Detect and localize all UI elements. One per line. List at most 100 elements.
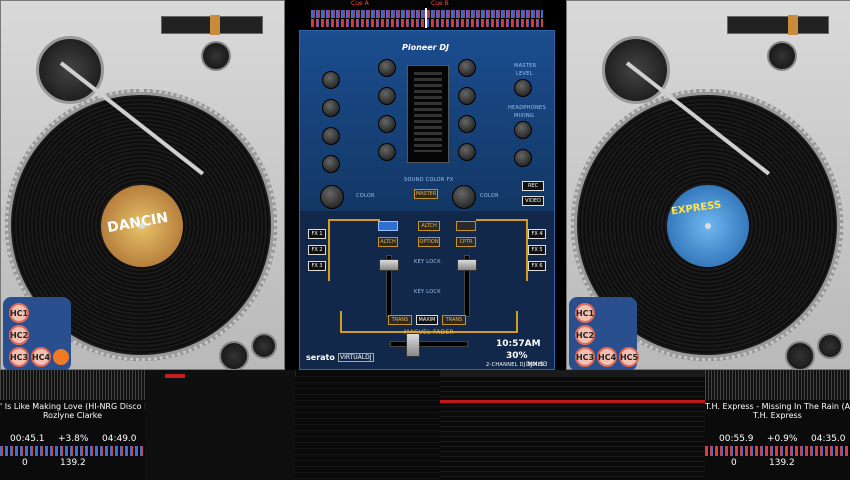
- right-sync-button[interactable]: [817, 333, 843, 359]
- fx5-button[interactable]: FX 5: [528, 245, 546, 255]
- left-turntable[interactable]: DANCIN HC1 HC2 HC3 HC4: [0, 0, 285, 371]
- trans-button-left[interactable]: TRANS: [388, 315, 412, 325]
- left-hotcue-1[interactable]: HC1: [9, 303, 29, 323]
- mixer-bottom-section: FX 1 FX 2 FX 3 FX 4 FX 5 FX 6 ALTCH ALTC…: [300, 211, 554, 369]
- fx6-button[interactable]: FX 6: [528, 261, 546, 271]
- circuit-decoration-left: [328, 219, 380, 281]
- ch2-low-knob[interactable]: [458, 143, 476, 161]
- right-track-artist: T.H. Express: [753, 411, 802, 420]
- left-elapsed-time: 00:45.1: [10, 434, 45, 444]
- ch1-cue-button[interactable]: [378, 221, 398, 231]
- ch1-eq-knob[interactable]: [322, 127, 340, 145]
- fx4-button[interactable]: FX 4: [528, 229, 546, 239]
- left-hotcue-4[interactable]: HC4: [31, 347, 51, 367]
- right-bpm: 139.2: [769, 458, 795, 468]
- mid-option-button[interactable]: OPTION: [418, 237, 440, 247]
- left-pitch-value: +3.8%: [58, 434, 89, 444]
- right-hotcue-4[interactable]: HC4: [597, 347, 617, 367]
- left-speed-button[interactable]: [201, 41, 231, 71]
- mixer-brand: Pioneer DJ: [402, 43, 449, 52]
- ch2-color-knob[interactable]: [452, 185, 476, 209]
- ch1-mid-knob[interactable]: [378, 115, 396, 133]
- right-pitch-value: +0.9%: [767, 434, 798, 444]
- right-hotcue-5[interactable]: HC5: [619, 347, 639, 367]
- track-list[interactable]: [440, 376, 705, 480]
- track-browser[interactable]: [145, 370, 705, 480]
- key-lock-label-2: KEY LOCK: [414, 289, 441, 295]
- fx2-button[interactable]: FX 2: [308, 245, 326, 255]
- right-track-title: T.H. Express - Missing In The Rain (Atta: [705, 402, 850, 411]
- right-mini-waveform[interactable]: [705, 370, 850, 400]
- serato-logo: serato: [306, 353, 335, 362]
- mid-altch-button[interactable]: ALTCH: [418, 221, 440, 231]
- fx3-button[interactable]: FX 3: [308, 261, 326, 271]
- maxim-button[interactable]: MAXIM: [416, 315, 438, 325]
- mixer-panel: Pioneer DJ MASTER LEVEL HEADPHONES MIXIN…: [299, 30, 555, 370]
- ch1-fader-cap[interactable]: [379, 259, 399, 271]
- ch1-low-knob[interactable]: [378, 143, 396, 161]
- fx1-button[interactable]: FX 1: [308, 229, 326, 239]
- folder-tree[interactable]: [145, 370, 296, 480]
- left-label-text: DANCIN: [106, 209, 170, 237]
- sub-folder-list[interactable]: [295, 376, 440, 480]
- left-mini-waveform[interactable]: [0, 370, 145, 400]
- right-label-text: EXPRESS: [670, 199, 722, 218]
- right-elapsed-time: 00:55.9: [719, 434, 754, 444]
- clock-display: 10:57AM: [496, 339, 541, 349]
- video-button[interactable]: VIDEO: [522, 196, 544, 206]
- right-deck-info: T.H. Express - Missing In The Rain (Atta…: [705, 370, 850, 480]
- left-track-waveform[interactable]: [0, 446, 145, 456]
- left-track-title: ' Is Like Making Love (HI-NRG Disco Mix: [0, 402, 145, 411]
- right-track-waveform[interactable]: [705, 446, 850, 456]
- right-turntable[interactable]: EXPRESS HC1 HC2 HC3 HC4 HC5: [566, 0, 850, 371]
- right-start-stop-button[interactable]: [785, 341, 815, 371]
- rec-button[interactable]: REC: [522, 181, 544, 191]
- ch1-altch-button[interactable]: ALTCH: [378, 237, 398, 247]
- left-pitch-slider-knob[interactable]: [210, 15, 220, 35]
- headphone-mixing-knob[interactable]: [514, 121, 532, 139]
- sound-color-fx-label: SOUND COLOR FX: [404, 177, 454, 183]
- master-level-label: LEVEL: [516, 71, 533, 77]
- left-hotcue-2[interactable]: HC2: [9, 325, 29, 345]
- mixer-top-section: Pioneer DJ MASTER LEVEL HEADPHONES MIXIN…: [300, 31, 554, 211]
- waveform-overview[interactable]: Cue A Cue B: [311, 0, 543, 28]
- headphones-label: HEADPHONES: [508, 105, 546, 111]
- crossfader-track[interactable]: [390, 341, 468, 347]
- master-level-knob[interactable]: [514, 79, 532, 97]
- ch2-cptr-button[interactable]: CPTR: [456, 237, 476, 247]
- ch1-hi-knob[interactable]: [378, 87, 396, 105]
- ch1-aux-knob[interactable]: [322, 71, 340, 89]
- left-deck-info: ' Is Like Making Love (HI-NRG Disco Mix …: [0, 370, 145, 480]
- right-speed-button[interactable]: [767, 41, 797, 71]
- right-pitch-slider[interactable]: [727, 15, 829, 35]
- master-label: MASTER: [514, 63, 537, 69]
- left-pitch-slider[interactable]: [161, 15, 263, 35]
- ch1-level-knob[interactable]: [322, 99, 340, 117]
- crossfader-cap[interactable]: [406, 333, 420, 357]
- right-hotcue-2[interactable]: HC2: [575, 325, 595, 345]
- folder-selected-marker: [165, 374, 185, 378]
- left-hotcue-3[interactable]: HC3: [9, 347, 29, 367]
- cue-b-label: Cue B: [431, 0, 449, 7]
- left-sync-button[interactable]: [251, 333, 277, 359]
- track-list-selected-row[interactable]: [440, 400, 705, 403]
- waveform-bottom: [311, 19, 543, 27]
- right-hotcue-1[interactable]: HC1: [575, 303, 595, 323]
- ch2-fader-cap[interactable]: [457, 259, 477, 271]
- trans-button-right[interactable]: TRANS: [442, 315, 466, 325]
- left-start-stop-button[interactable]: [219, 341, 249, 371]
- ch2-trim-knob[interactable]: [458, 59, 476, 77]
- right-pitch-slider-knob[interactable]: [788, 15, 798, 35]
- ch1-color-knob[interactable]: [320, 185, 344, 209]
- master-button[interactable]: MASTER: [414, 189, 438, 199]
- left-cue-button[interactable]: [53, 349, 69, 365]
- ch1-tone-knob[interactable]: [322, 155, 340, 173]
- ch1-trim-knob[interactable]: [378, 59, 396, 77]
- right-hotcue-3[interactable]: HC3: [575, 347, 595, 367]
- waveform-top: [311, 10, 543, 18]
- color-label-right: COLOR: [480, 193, 499, 199]
- ch2-cue-button[interactable]: [456, 221, 476, 231]
- ch2-hi-knob[interactable]: [458, 87, 476, 105]
- headphone-level-knob[interactable]: [514, 149, 532, 167]
- ch2-mid-knob[interactable]: [458, 115, 476, 133]
